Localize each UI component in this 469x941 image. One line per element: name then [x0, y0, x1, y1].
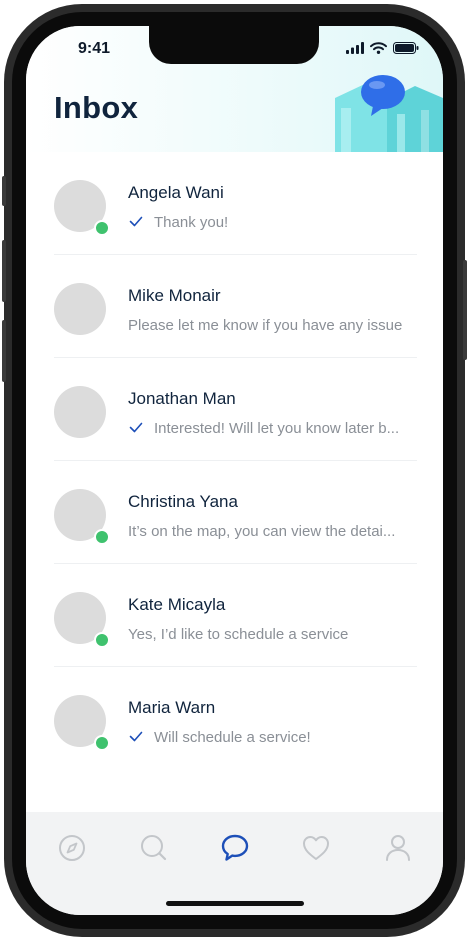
wifi-icon [370, 42, 387, 54]
compass-icon[interactable] [56, 832, 88, 864]
tab-bar [26, 812, 443, 915]
chat-bubble-icon[interactable] [219, 832, 251, 864]
contact-name: Angela Wani [128, 183, 224, 202]
home-indicator [166, 901, 304, 906]
mute-switch [2, 176, 6, 206]
contact-name: Jonathan Man [128, 389, 236, 408]
screen: 9:41 Inbox Angela Wani Thank you! Mike M… [26, 26, 443, 915]
conversation-item[interactable]: Angela Wani Thank you! [26, 152, 443, 255]
power-button [463, 260, 467, 360]
check-icon [129, 422, 143, 433]
notch [149, 26, 319, 64]
check-icon [129, 731, 143, 742]
conversation-item[interactable]: Kate Micayla Yes, I’d like to schedule a… [26, 564, 443, 667]
message-preview: Please let me know if you have any issue [128, 317, 403, 334]
online-indicator [94, 632, 110, 648]
search-icon[interactable] [138, 832, 170, 864]
chat-illustration-icon [335, 75, 443, 152]
contact-name: Christina Yana [128, 492, 238, 511]
contact-name: Maria Warn [128, 698, 216, 717]
battery-icon [393, 42, 419, 54]
status-time: 9:41 [78, 40, 111, 57]
volume-up-button [2, 240, 6, 302]
avatar [54, 386, 106, 438]
message-preview: Yes, I’d like to schedule a service [128, 626, 349, 643]
conversation-item[interactable]: Christina Yana It’s on the map, you can … [26, 461, 443, 564]
online-indicator [94, 220, 110, 236]
volume-down-button [2, 320, 6, 382]
contact-name: Kate Micayla [128, 595, 226, 614]
user-icon[interactable] [382, 832, 414, 864]
conversation-item[interactable]: Jonathan Man Interested! Will let you kn… [26, 358, 443, 461]
message-preview: Thank you! [154, 214, 229, 231]
online-indicator [94, 529, 110, 545]
message-preview: It’s on the map, you can view the detai.… [128, 523, 396, 540]
heart-icon[interactable] [300, 832, 332, 864]
avatar [54, 283, 106, 335]
message-preview: Will schedule a service! [154, 729, 311, 746]
message-preview: Interested! Will let you know later b... [154, 420, 400, 437]
page-title: Inbox [54, 90, 139, 125]
online-indicator [94, 735, 110, 751]
check-icon [129, 216, 143, 227]
status-icons [346, 42, 419, 54]
conversation-list: Angela Wani Thank you! Mike Monair Pleas… [26, 152, 443, 842]
signal-icon [346, 42, 364, 54]
conversation-item[interactable]: Mike Monair Please let me know if you ha… [26, 255, 443, 358]
contact-name: Mike Monair [128, 286, 221, 305]
conversation-item[interactable]: Maria Warn Will schedule a service! [26, 667, 443, 770]
